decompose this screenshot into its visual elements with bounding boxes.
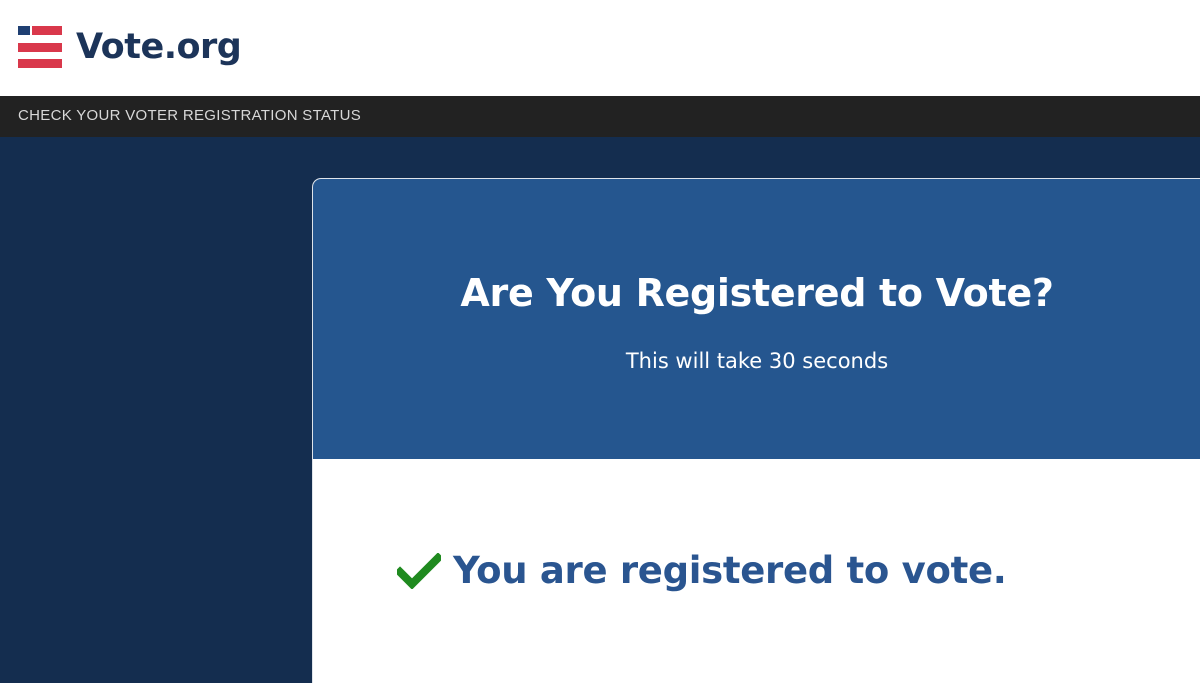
registration-check-card: Are You Registered to Vote? This will ta… xyxy=(312,178,1200,683)
page-section-label: CHECK YOUR VOTER REGISTRATION STATUS xyxy=(18,107,362,124)
card-header: Are You Registered to Vote? This will ta… xyxy=(313,179,1200,459)
page-title: Are You Registered to Vote? xyxy=(460,271,1054,315)
flag-icon xyxy=(18,24,62,70)
sub-navigation-bar: CHECK YOUR VOTER REGISTRATION STATUS xyxy=(0,96,1200,137)
page-subtitle: This will take 30 seconds xyxy=(625,349,889,373)
vote-org-logo[interactable]: Vote.org xyxy=(18,24,242,70)
checkmark-icon xyxy=(397,552,441,589)
site-name: Vote.org xyxy=(76,26,242,67)
registration-result: You are registered to vote. xyxy=(397,549,1007,592)
result-message: You are registered to vote. xyxy=(453,549,1007,592)
site-header: Vote.org xyxy=(0,0,1200,96)
